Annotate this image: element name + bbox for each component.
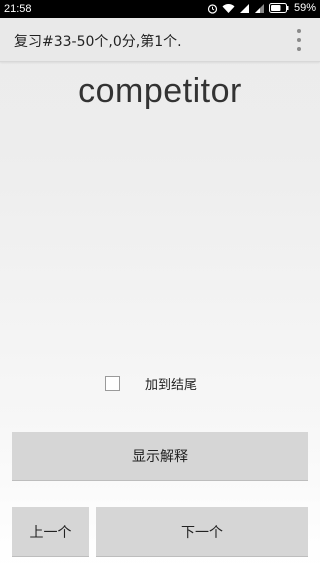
previous-button[interactable]: 上一个	[12, 507, 89, 557]
status-time: 21:58	[4, 3, 32, 15]
signal-icon	[239, 3, 249, 13]
menu-dot	[297, 29, 301, 33]
add-to-end-label: 加到结尾	[145, 377, 198, 393]
overflow-menu-icon[interactable]	[294, 29, 304, 51]
add-to-end-checkbox-row[interactable]: 加到结尾	[105, 373, 197, 393]
menu-dot	[297, 47, 301, 51]
alarm-icon	[207, 3, 218, 14]
show-explanation-button[interactable]: 显示解释	[12, 432, 308, 481]
review-screen: 21:58 59% 复习#33-50个,0分,第1个. competitor 加…	[0, 0, 320, 569]
battery-percent: 59%	[293, 2, 316, 14]
menu-dot	[297, 38, 301, 42]
wifi-icon	[222, 3, 235, 13]
add-to-end-checkbox[interactable]	[105, 375, 120, 391]
next-button[interactable]: 下一个	[96, 507, 308, 557]
vocabulary-word: competitor	[78, 72, 242, 110]
status-icons: 59%	[207, 2, 316, 14]
action-bar: 复习#33-50个,0分,第1个.	[0, 18, 320, 62]
signal-icon	[254, 3, 264, 13]
battery-icon	[268, 3, 289, 13]
page-title: 复习#33-50个,0分,第1个.	[14, 34, 182, 50]
status-bar: 21:58 59%	[0, 0, 320, 18]
